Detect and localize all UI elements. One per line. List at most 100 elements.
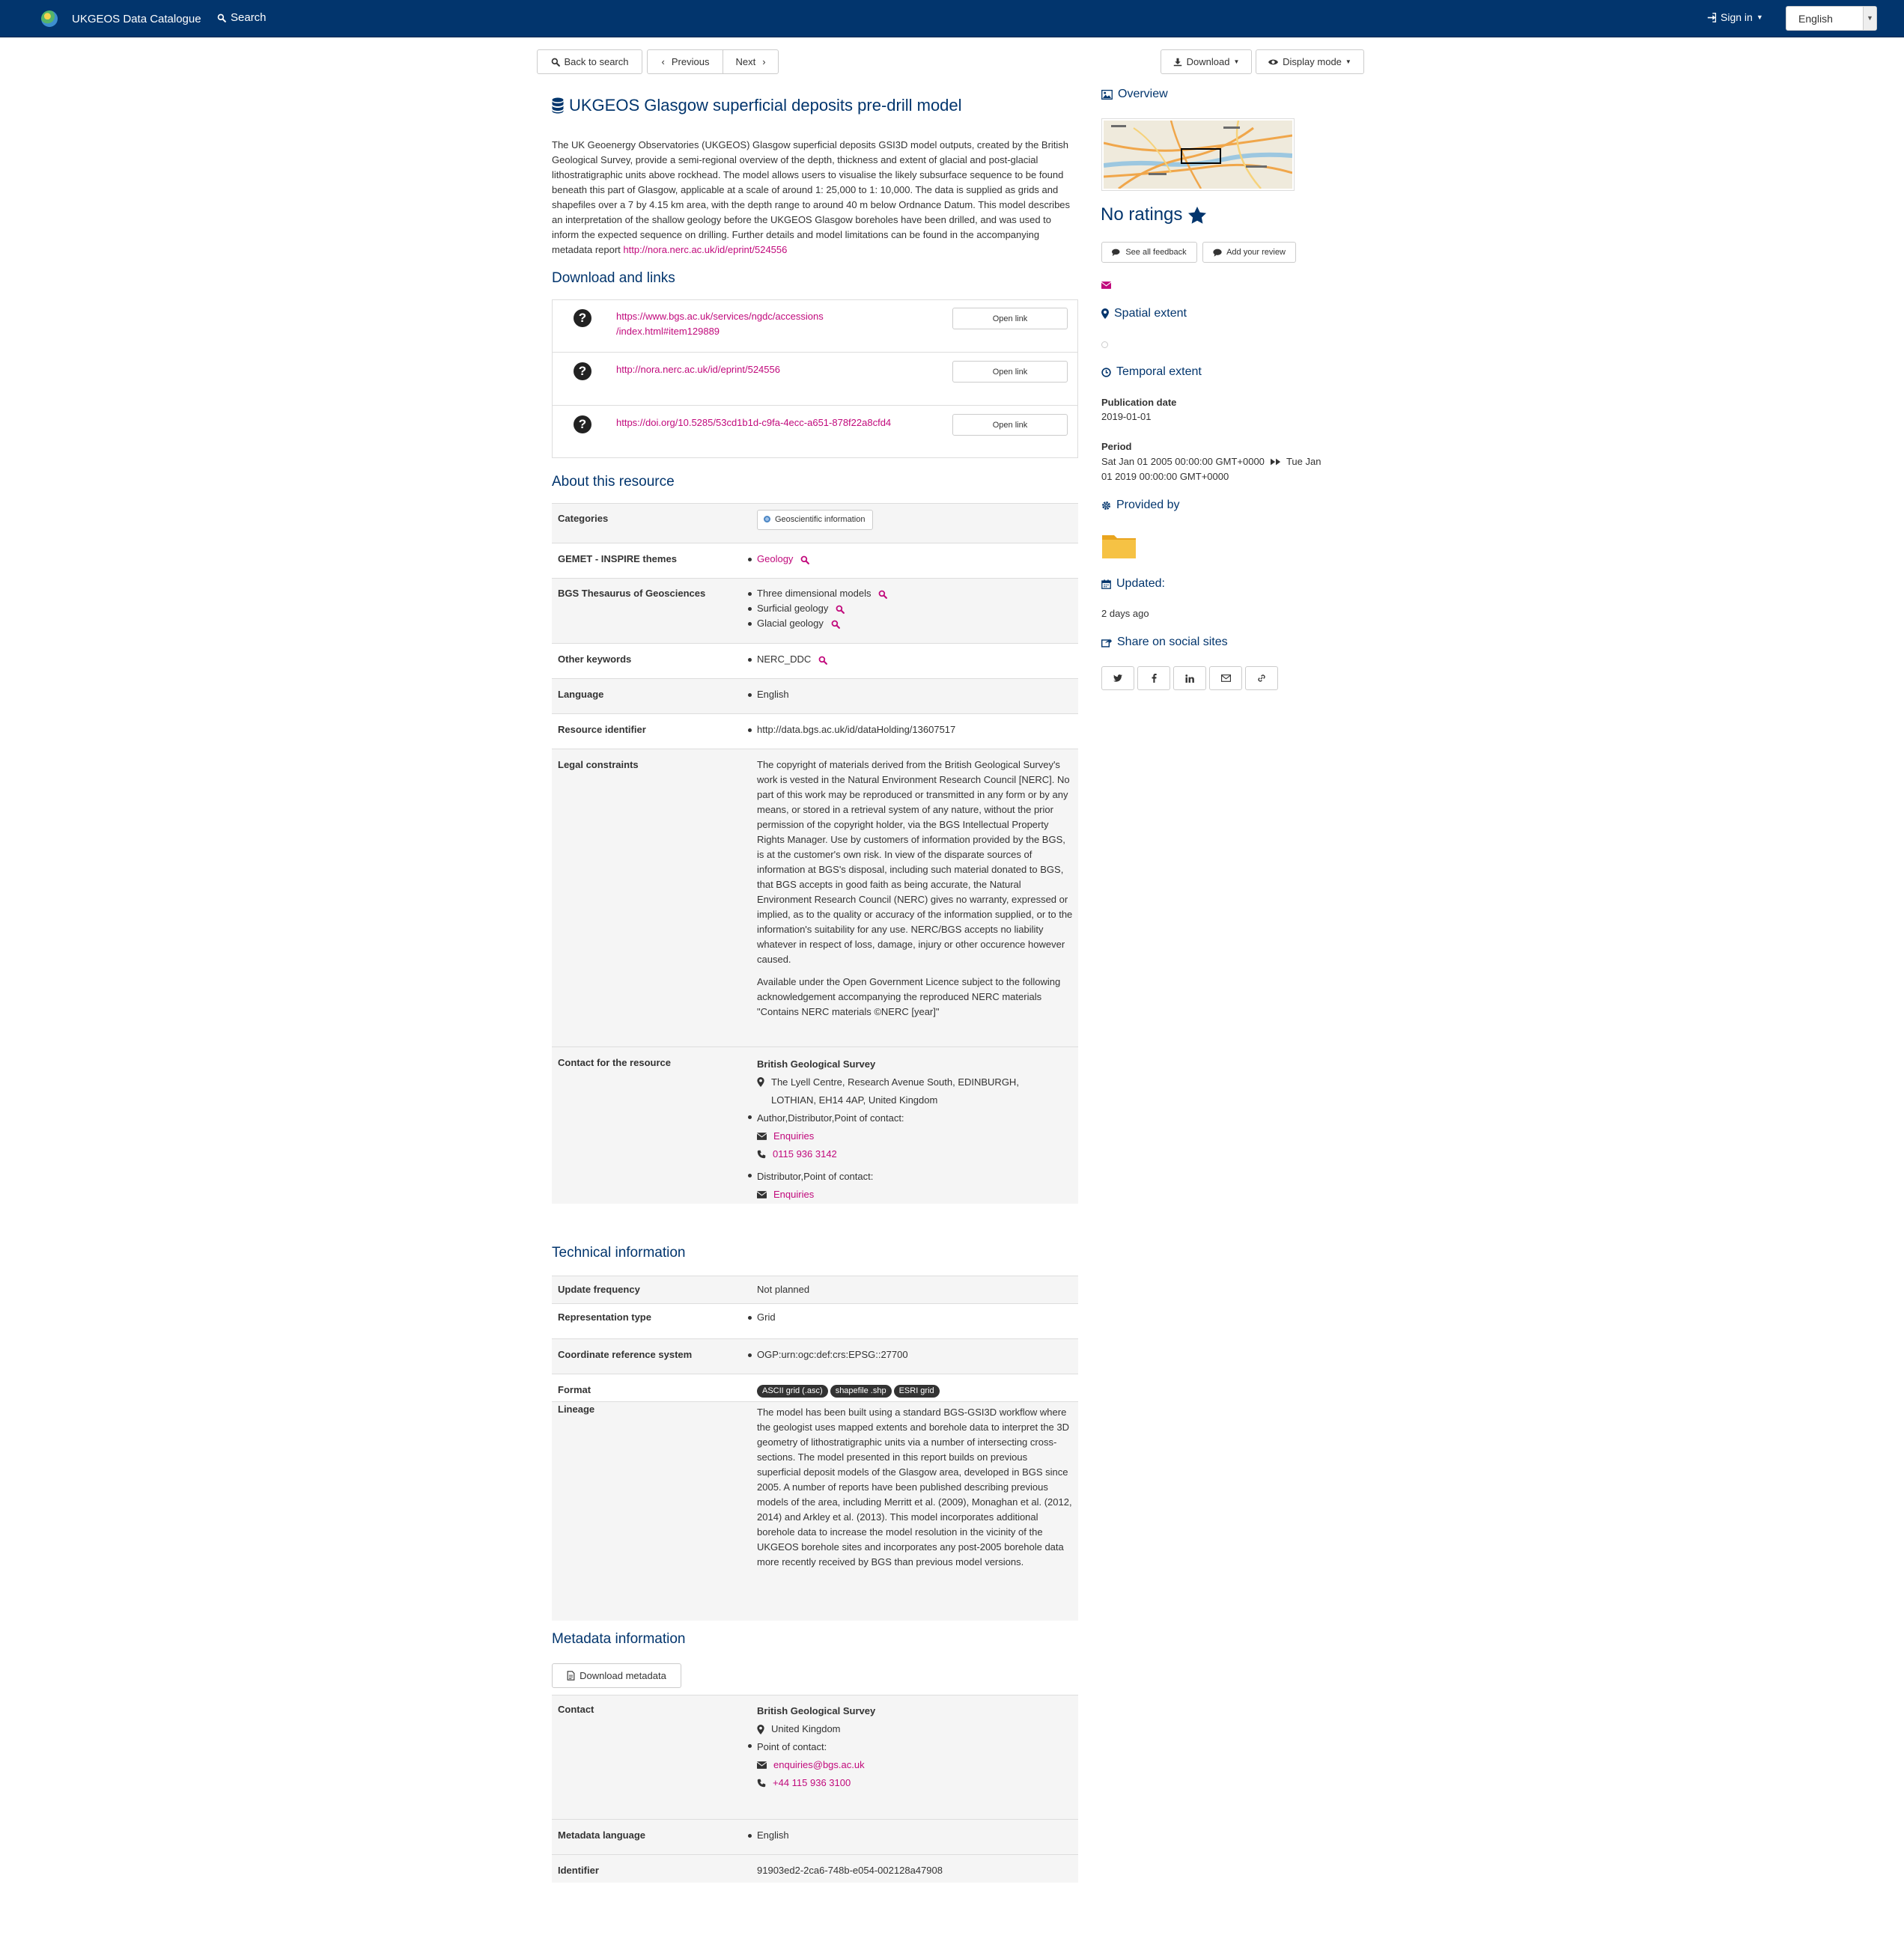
overview-thumbnail[interactable] [1101, 118, 1295, 191]
linkedin-icon [1185, 674, 1194, 683]
image-icon [1101, 89, 1113, 100]
link-url-line: https://www.bgs.ac.uk/services/ngdc/acce… [616, 311, 824, 322]
table-row: BGS Thesaurus of Geosciences Three dimen… [552, 578, 1078, 644]
folder-icon[interactable] [1101, 531, 1137, 559]
sign-in-icon [1707, 12, 1717, 22]
add-review-button[interactable]: Add your review [1202, 242, 1296, 263]
language-value: English [748, 687, 1072, 702]
download-dropdown-button[interactable]: Download ▼ [1161, 49, 1252, 74]
link-url-line: /index.html#item129889 [616, 326, 720, 337]
identifier-value: 91903ed2-2ca6-748b-e054-002128a47908 [757, 1854, 1078, 1883]
table-row: Language English [552, 678, 1078, 714]
resource-identifier-label: Resource identifier [552, 713, 757, 749]
period-label: Period [1101, 441, 1132, 452]
link-url[interactable]: http://nora.nerc.ac.uk/id/eprint/524556 [616, 362, 871, 377]
period-start: Sat Jan 01 2005 00:00:00 GMT+0000 [1101, 456, 1265, 467]
search-icon[interactable] [831, 620, 840, 629]
category-chip[interactable]: Geoscientific information [757, 510, 874, 530]
table-row: Coordinate reference system OGP:urn:ogc:… [552, 1338, 1078, 1374]
calendar-icon [1101, 579, 1111, 589]
metadata-contact-organisation: British Geological Survey [757, 1705, 876, 1716]
gemet-keyword-link[interactable]: Geology [757, 553, 793, 564]
contact-address-line: The Lyell Centre, Research Avenue South,… [771, 1076, 1019, 1088]
table-row: Categories Geoscientific information [552, 503, 1078, 543]
share-linkedin-button[interactable] [1173, 666, 1206, 690]
search-icon[interactable] [878, 590, 888, 599]
format-badge: shapefile .shp [830, 1385, 892, 1398]
other-keyword: NERC_DDC [757, 653, 812, 665]
open-link-button[interactable]: Open link [952, 414, 1068, 436]
previous-button[interactable]: ‹ Previous [647, 49, 724, 74]
period-end-continued: 01 2019 00:00:00 GMT+0000 [1101, 471, 1229, 482]
contact-address-line: LOTHIAN, EH14 4AP, United Kingdom [771, 1094, 938, 1106]
back-to-search-button[interactable]: Back to search [537, 49, 642, 74]
share-email-button[interactable] [1209, 666, 1242, 690]
share-facebook-button[interactable] [1137, 666, 1170, 690]
metadata-contact-phone-link[interactable]: +44 115 936 3100 [773, 1774, 851, 1792]
contact-address: The Lyell Centre, Research Avenue South,… [757, 1073, 1072, 1109]
share-twitter-button[interactable] [1101, 666, 1134, 690]
lineage-label: Lineage [552, 1401, 757, 1621]
star-icon [1188, 206, 1207, 224]
abstract-report-link[interactable]: http://nora.nerc.ac.uk/id/eprint/524556 [623, 244, 787, 255]
download-metadata-button[interactable]: Download metadata [552, 1663, 681, 1688]
about-resource-heading: About this resource [552, 474, 675, 490]
map-marker-icon [757, 1077, 764, 1087]
language-select[interactable]: English ▼ [1786, 6, 1877, 31]
metadata-contact-email-link[interactable]: enquiries@bgs.ac.uk [773, 1756, 865, 1774]
file-icon [567, 1671, 575, 1681]
bgs-thesaurus-label: BGS Thesaurus of Geosciences [552, 578, 757, 644]
chevron-left-icon: ‹ [661, 56, 665, 67]
metadata-contact-country: United Kingdom [771, 1723, 841, 1734]
brand-link[interactable]: UKGEOS Data Catalogue [41, 10, 201, 28]
nav-search-link[interactable]: Search [217, 11, 267, 24]
search-icon[interactable] [800, 555, 810, 564]
link-url[interactable]: https://www.bgs.ac.uk/services/ngdc/acce… [616, 309, 871, 339]
share-link-button[interactable] [1245, 666, 1278, 690]
overview-map-image [1103, 120, 1293, 190]
about-resource-table: Categories Geoscientific information GEM… [552, 503, 1078, 1204]
question-circle-icon: ? [574, 415, 591, 433]
map-marker-icon [1101, 308, 1109, 319]
link-url[interactable]: https://doi.org/10.5285/53cd1b1d-c9fa-4e… [616, 415, 938, 430]
contact-email-link[interactable]: Enquiries [773, 1127, 814, 1145]
caret-down-icon: ▼ [1345, 58, 1351, 65]
identifier-label: Identifier [552, 1854, 757, 1883]
lineage-value: The model has been built using a standar… [757, 1401, 1078, 1621]
clock-icon [1101, 367, 1111, 377]
format-label: Format [552, 1374, 757, 1402]
twitter-icon [1113, 674, 1122, 682]
resource-identifier-value: http://data.bgs.ac.uk/id/dataHolding/136… [748, 722, 1072, 737]
envelope-icon [757, 1191, 767, 1198]
fast-forward-icon [1270, 458, 1280, 466]
envelope-icon [757, 1761, 767, 1769]
envelope-icon[interactable] [1101, 281, 1111, 289]
technical-info-heading: Technical information [552, 1245, 686, 1261]
next-button[interactable]: Next › [723, 49, 779, 74]
updated-heading: Updated: [1101, 577, 1165, 591]
metadata-language-label: Metadata language [552, 1819, 757, 1855]
share-heading: Share on social sites [1101, 636, 1228, 649]
contact-phone-link[interactable]: 0115 936 3142 [773, 1145, 837, 1163]
open-link-button[interactable]: Open link [952, 361, 1068, 383]
chevron-down-icon: ▼ [1756, 13, 1763, 21]
signin-link[interactable]: Sign in ▼ [1707, 11, 1763, 23]
link-item: ? http://nora.nerc.ac.uk/id/eprint/52455… [553, 353, 1077, 406]
search-icon[interactable] [818, 656, 828, 665]
see-all-feedback-button[interactable]: See all feedback [1101, 242, 1197, 263]
bgs-keyword: Surficial geology [757, 603, 829, 614]
legal-constraints-label: Legal constraints [552, 749, 757, 1047]
share-label: Share on social sites [1117, 636, 1228, 648]
link-url-line: https://doi.org/10.5285/53cd1b1d-c9fa-4e… [616, 417, 892, 428]
contact-email-link[interactable]: Enquiries [773, 1186, 814, 1204]
ratings-summary: No ratings [1101, 204, 1207, 225]
page-title-text: UKGEOS Glasgow superficial deposits pre-… [569, 96, 962, 115]
table-row: Identifier 91903ed2-2ca6-748b-e054-00212… [552, 1854, 1078, 1883]
open-link-button[interactable]: Open link [952, 308, 1068, 329]
metadata-contact-role: Point of contact: [748, 1738, 1072, 1756]
display-mode-dropdown-button[interactable]: Display mode ▼ [1256, 49, 1364, 74]
crs-label: Coordinate reference system [552, 1338, 757, 1374]
search-icon[interactable] [836, 605, 845, 614]
table-row: Other keywords NERC_DDC [552, 643, 1078, 679]
overview-label: Overview [1118, 88, 1168, 100]
